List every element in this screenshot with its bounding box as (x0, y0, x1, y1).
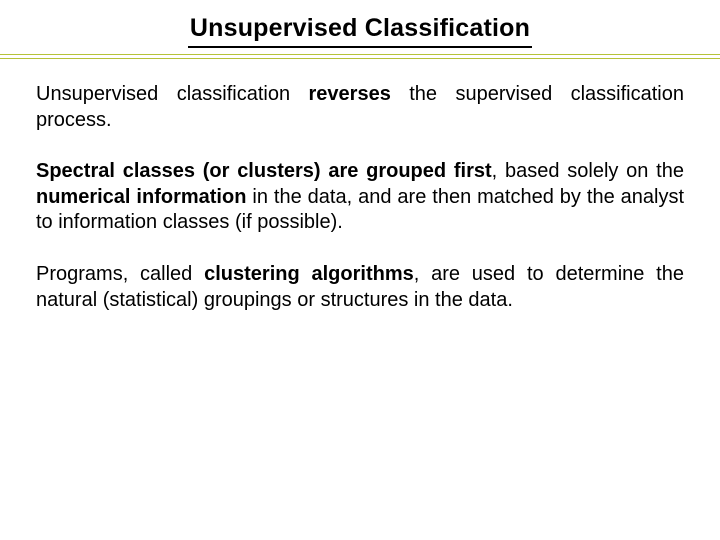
title-area: Unsupervised Classification (0, 0, 720, 48)
p2-bold-1: Spectral classes (or clusters) are group… (36, 160, 492, 182)
page-title: Unsupervised Classification (188, 14, 532, 48)
paragraph-3: Programs, called clustering algorithms, … (36, 262, 684, 313)
paragraph-2: Spectral classes (or clusters) are group… (36, 159, 684, 236)
title-underline-double (0, 54, 720, 60)
slide: Unsupervised Classification Unsupervised… (0, 0, 720, 540)
p2-bold-2: numerical information (36, 186, 246, 208)
p2-text-1: , based solely on the (492, 160, 684, 182)
body-text: Unsupervised classification reverses the… (0, 60, 720, 313)
paragraph-1: Unsupervised classification reverses the… (36, 82, 684, 133)
p3-text-1: Programs, called (36, 263, 204, 285)
p3-bold-1: clustering algorithms (204, 263, 414, 285)
p1-text-1: Unsupervised classification (36, 83, 309, 105)
p1-bold-1: reverses (309, 83, 391, 105)
